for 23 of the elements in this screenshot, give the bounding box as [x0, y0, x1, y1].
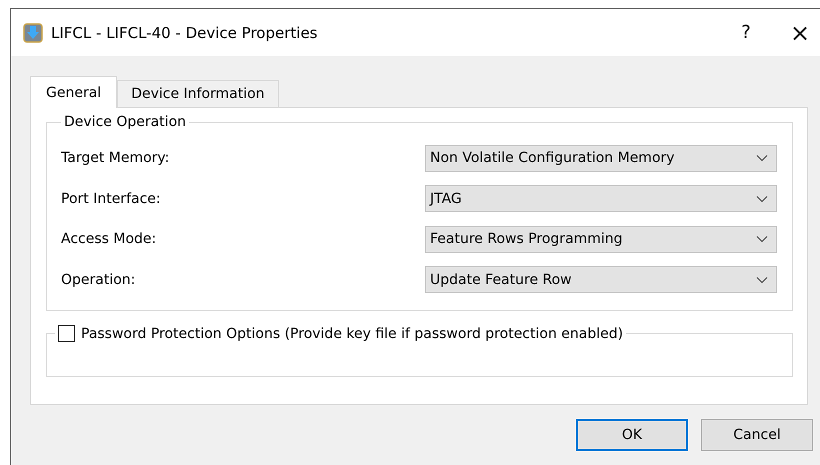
chevron-down-icon: [756, 194, 768, 203]
dropdown[interactable]: Non Volatile Configuration Memory: [425, 144, 777, 172]
dropdown[interactable]: Feature Rows Programming: [425, 226, 777, 253]
field-label: Target Memory:: [61, 150, 170, 166]
chevron-down-icon: [756, 235, 768, 244]
ok-button[interactable]: OK: [576, 419, 688, 451]
field-label: Port Interface:: [61, 190, 161, 207]
chevron-down-icon: [756, 276, 768, 284]
checkbox-label: Password Protection Options (Provide key file if password protection enabled): [81, 326, 624, 342]
group-title: Device Operation: [64, 114, 186, 130]
dropdown[interactable]: JTAG: [425, 185, 777, 212]
dropdown[interactable]: Update Feature Row: [425, 266, 777, 294]
window-title: LIFCL - LIFCL-40 - Device Properties: [51, 24, 318, 42]
close-button[interactable]: ×: [777, 12, 820, 52]
tab[interactable]: Device Information: [117, 80, 279, 107]
chip-download-icon: [23, 22, 43, 42]
checkbox[interactable]: [58, 325, 75, 342]
field-label: Access Mode:: [61, 231, 156, 248]
help-button[interactable]: ?: [723, 12, 769, 52]
tab[interactable]: General: [30, 76, 118, 108]
chevron-down-icon: [756, 154, 768, 162]
field-label: Operation:: [61, 272, 136, 288]
cancel-button[interactable]: Cancel: [701, 419, 813, 451]
